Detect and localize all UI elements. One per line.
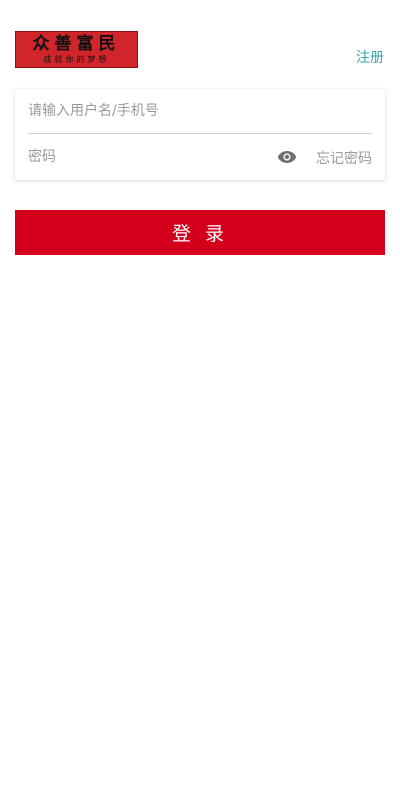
eye-icon[interactable] <box>277 149 297 163</box>
login-form-card: 忘记密码 <box>15 89 385 180</box>
password-input[interactable] <box>28 135 252 179</box>
password-row: 忘记密码 <box>28 135 372 179</box>
brand-logo-subtitle: 成就你的梦想 <box>43 54 110 64</box>
brand-logo-title: 众善富民 <box>32 33 121 54</box>
register-link[interactable]: 注册 <box>356 47 384 67</box>
brand-logo: 众善富民 成就你的梦想 <box>15 31 138 68</box>
username-row <box>28 89 372 134</box>
username-input[interactable] <box>28 89 372 133</box>
login-button[interactable]: 登 录 <box>15 210 385 255</box>
forgot-password-link[interactable]: 忘记密码 <box>316 148 372 168</box>
